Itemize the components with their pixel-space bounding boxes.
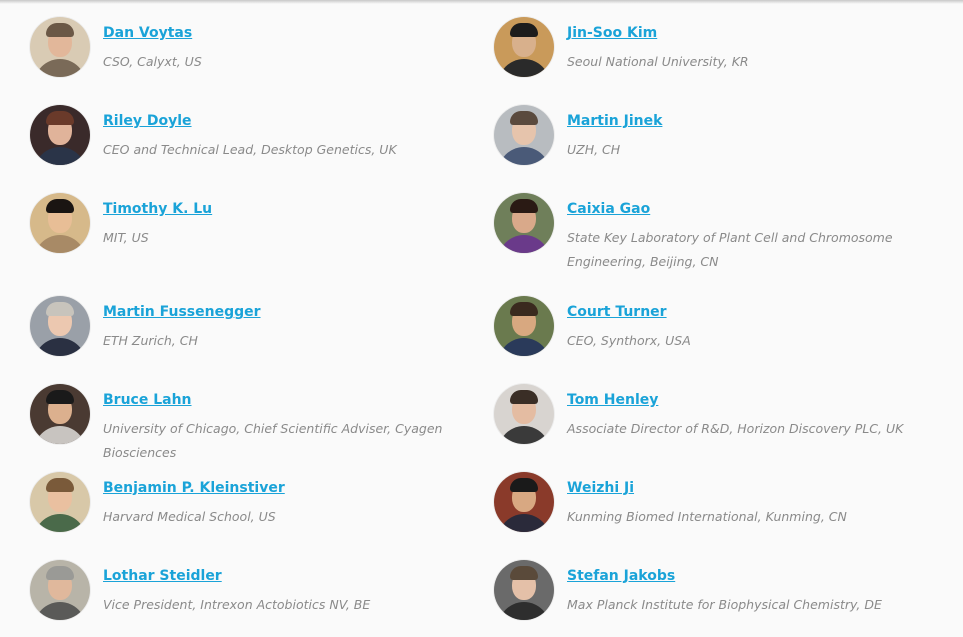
speaker-affiliation: MIT, US [103,230,149,245]
speaker-name-link[interactable]: Tom Henley [567,392,658,408]
speaker-name-link[interactable]: Jin-Soo Kim [567,25,657,41]
speaker-affiliation: Associate Director of R&D, Horizon Disco… [567,421,904,436]
speaker-affiliation: Seoul National University, KR [567,54,749,69]
speaker-photo [30,296,90,356]
speaker-name-link[interactable]: Stefan Jakobs [567,568,675,584]
speaker-name-link[interactable]: Caixia Gao [567,201,650,217]
speaker-photo [494,105,554,165]
speaker-name-link[interactable]: Dan Voytas [103,25,192,41]
speaker-name-link[interactable]: Benjamin P. Kleinstiver [103,480,285,496]
speaker-affiliation: Vice President, Intrexon Actobiotics NV,… [103,597,371,612]
header-shadow [0,0,963,4]
speaker-photo [30,472,90,532]
speaker-name-link[interactable]: Martin Jinek [567,113,662,129]
speaker-affiliation: Harvard Medical School, US [103,509,276,524]
speaker-affiliation: State Key Laboratory of Plant Cell and C… [567,230,893,269]
speaker-photo [30,560,90,620]
speaker-name-link[interactable]: Timothy K. Lu [103,201,212,217]
speaker-affiliation: UZH, CH [567,142,621,157]
speaker-affiliation: CEO, Synthorx, USA [567,333,691,348]
speaker-photo [30,105,90,165]
speaker-name-link[interactable]: Riley Doyle [103,113,192,129]
speaker-name-link[interactable]: Court Turner [567,304,667,320]
speaker-name-link[interactable]: Martin Fussenegger [103,304,261,320]
speaker-name-link[interactable]: Bruce Lahn [103,392,192,408]
speaker-affiliation: Kunming Biomed International, Kunming, C… [567,509,847,524]
speaker-photo [494,560,554,620]
speaker-name-link[interactable]: Lothar Steidler [103,568,222,584]
speaker-affiliation: CSO, Calyxt, US [103,54,202,69]
speaker-photo [30,17,90,77]
speaker-affiliation: CEO and Technical Lead, Desktop Genetics… [103,142,397,157]
speaker-photo [494,193,554,253]
speaker-photo [30,384,90,444]
speaker-affiliation: Max Planck Institute for Biophysical Che… [567,597,882,612]
speaker-affiliation: ETH Zurich, CH [103,333,198,348]
speaker-photo [30,193,90,253]
speaker-name-link[interactable]: Weizhi Ji [567,480,634,496]
speaker-photo [494,472,554,532]
speaker-photo [494,384,554,444]
speaker-photo [494,17,554,77]
speaker-photo [494,296,554,356]
speaker-affiliation: University of Chicago, Chief Scientific … [103,421,443,460]
